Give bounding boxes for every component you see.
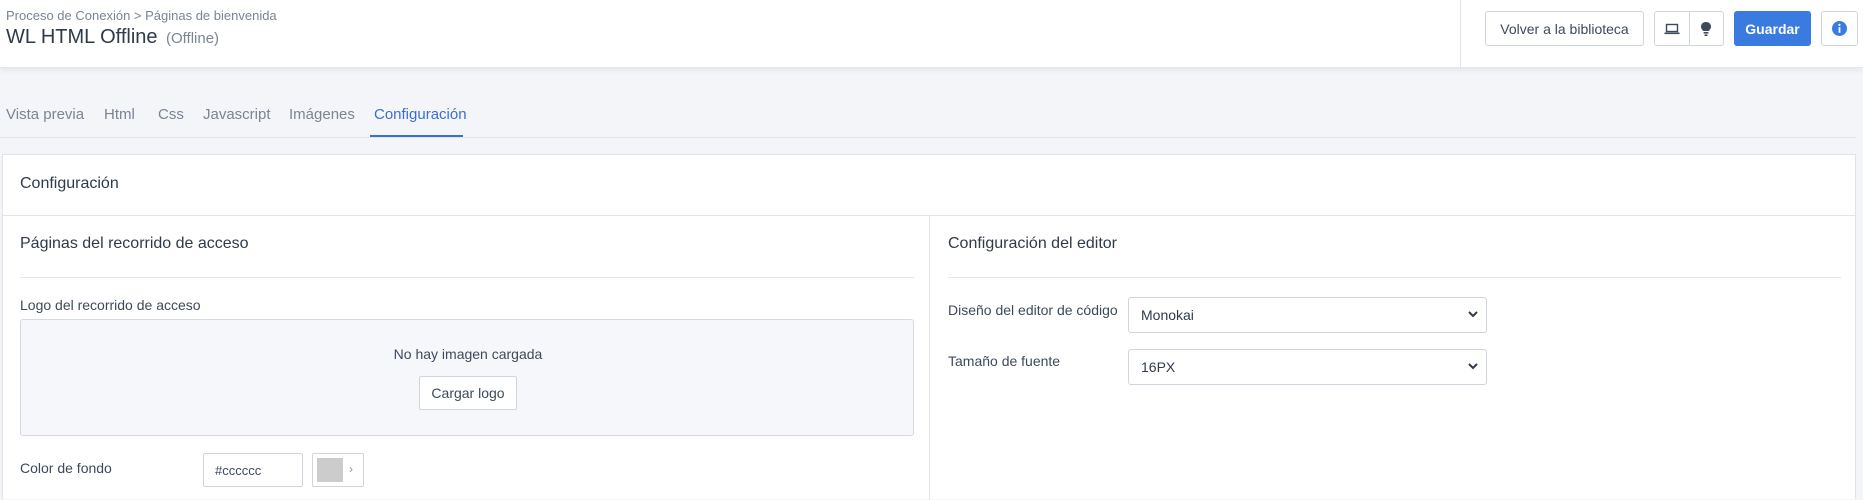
chevron-down-icon xyxy=(1468,311,1478,318)
tab-imagenes[interactable]: Imágenes xyxy=(289,106,355,123)
editor-section-divider xyxy=(948,277,1841,278)
tab-css[interactable]: Css xyxy=(158,106,184,123)
tab-configuracion[interactable]: Configuración xyxy=(374,106,467,123)
title-row: WL HTML Offline (Offline) xyxy=(6,26,219,49)
preview-tools-group xyxy=(1654,11,1724,46)
lightbulb-icon[interactable] xyxy=(1688,12,1723,45)
color-swatch xyxy=(317,458,343,482)
breadcrumb[interactable]: Proceso de Conexión > Páginas de bienven… xyxy=(6,8,277,23)
no-image-text: No hay imagen cargada xyxy=(393,346,543,362)
page-title: WL HTML Offline xyxy=(6,26,158,48)
logo-label: Logo del recorrido de acceso xyxy=(20,297,201,313)
chevron-right-icon: › xyxy=(349,462,353,476)
font-size-label: Tamaño de fuente xyxy=(948,353,1061,369)
column-divider xyxy=(929,215,930,500)
access-pages-section-divider xyxy=(20,277,914,278)
status-label: (Offline) xyxy=(165,30,220,47)
tab-bar: Vista previa Html Css Javascript Imágene… xyxy=(0,96,1856,138)
info-icon[interactable] xyxy=(1821,11,1858,46)
code-theme-select[interactable]: Monokai xyxy=(1128,297,1487,333)
chevron-down-icon xyxy=(1468,363,1478,370)
code-theme-value: Monokai xyxy=(1141,307,1194,323)
laptop-icon[interactable] xyxy=(1655,12,1689,45)
tab-vista-previa[interactable]: Vista previa xyxy=(6,106,84,123)
logo-dropzone[interactable]: No hay imagen cargada Cargar logo xyxy=(20,319,914,436)
settings-panel: Configuración Páginas del recorrido de a… xyxy=(2,154,1856,500)
tab-html[interactable]: Html xyxy=(104,106,135,123)
active-tab-indicator xyxy=(370,135,463,137)
upload-logo-button[interactable]: Cargar logo xyxy=(419,376,517,410)
top-header: Proceso de Conexión > Páginas de bienven… xyxy=(0,0,1863,68)
panel-title: Configuración xyxy=(20,175,119,192)
access-pages-section-title: Páginas del recorrido de acceso xyxy=(20,235,249,252)
bg-color-label: Color de fondo xyxy=(20,460,112,476)
bg-color-input[interactable] xyxy=(203,453,303,487)
editor-section-title: Configuración del editor xyxy=(948,235,1117,252)
header-divider xyxy=(1460,0,1461,68)
tab-javascript[interactable]: Javascript xyxy=(203,106,271,123)
code-theme-label: Diseño del editor de código xyxy=(948,302,1118,318)
font-size-value: 16PX xyxy=(1141,359,1176,375)
save-button[interactable]: Guardar xyxy=(1734,11,1811,46)
color-picker[interactable]: › xyxy=(312,453,364,487)
font-size-select[interactable]: 16PX xyxy=(1128,349,1487,385)
back-to-library-button[interactable]: Volver a la biblioteca xyxy=(1485,11,1644,46)
